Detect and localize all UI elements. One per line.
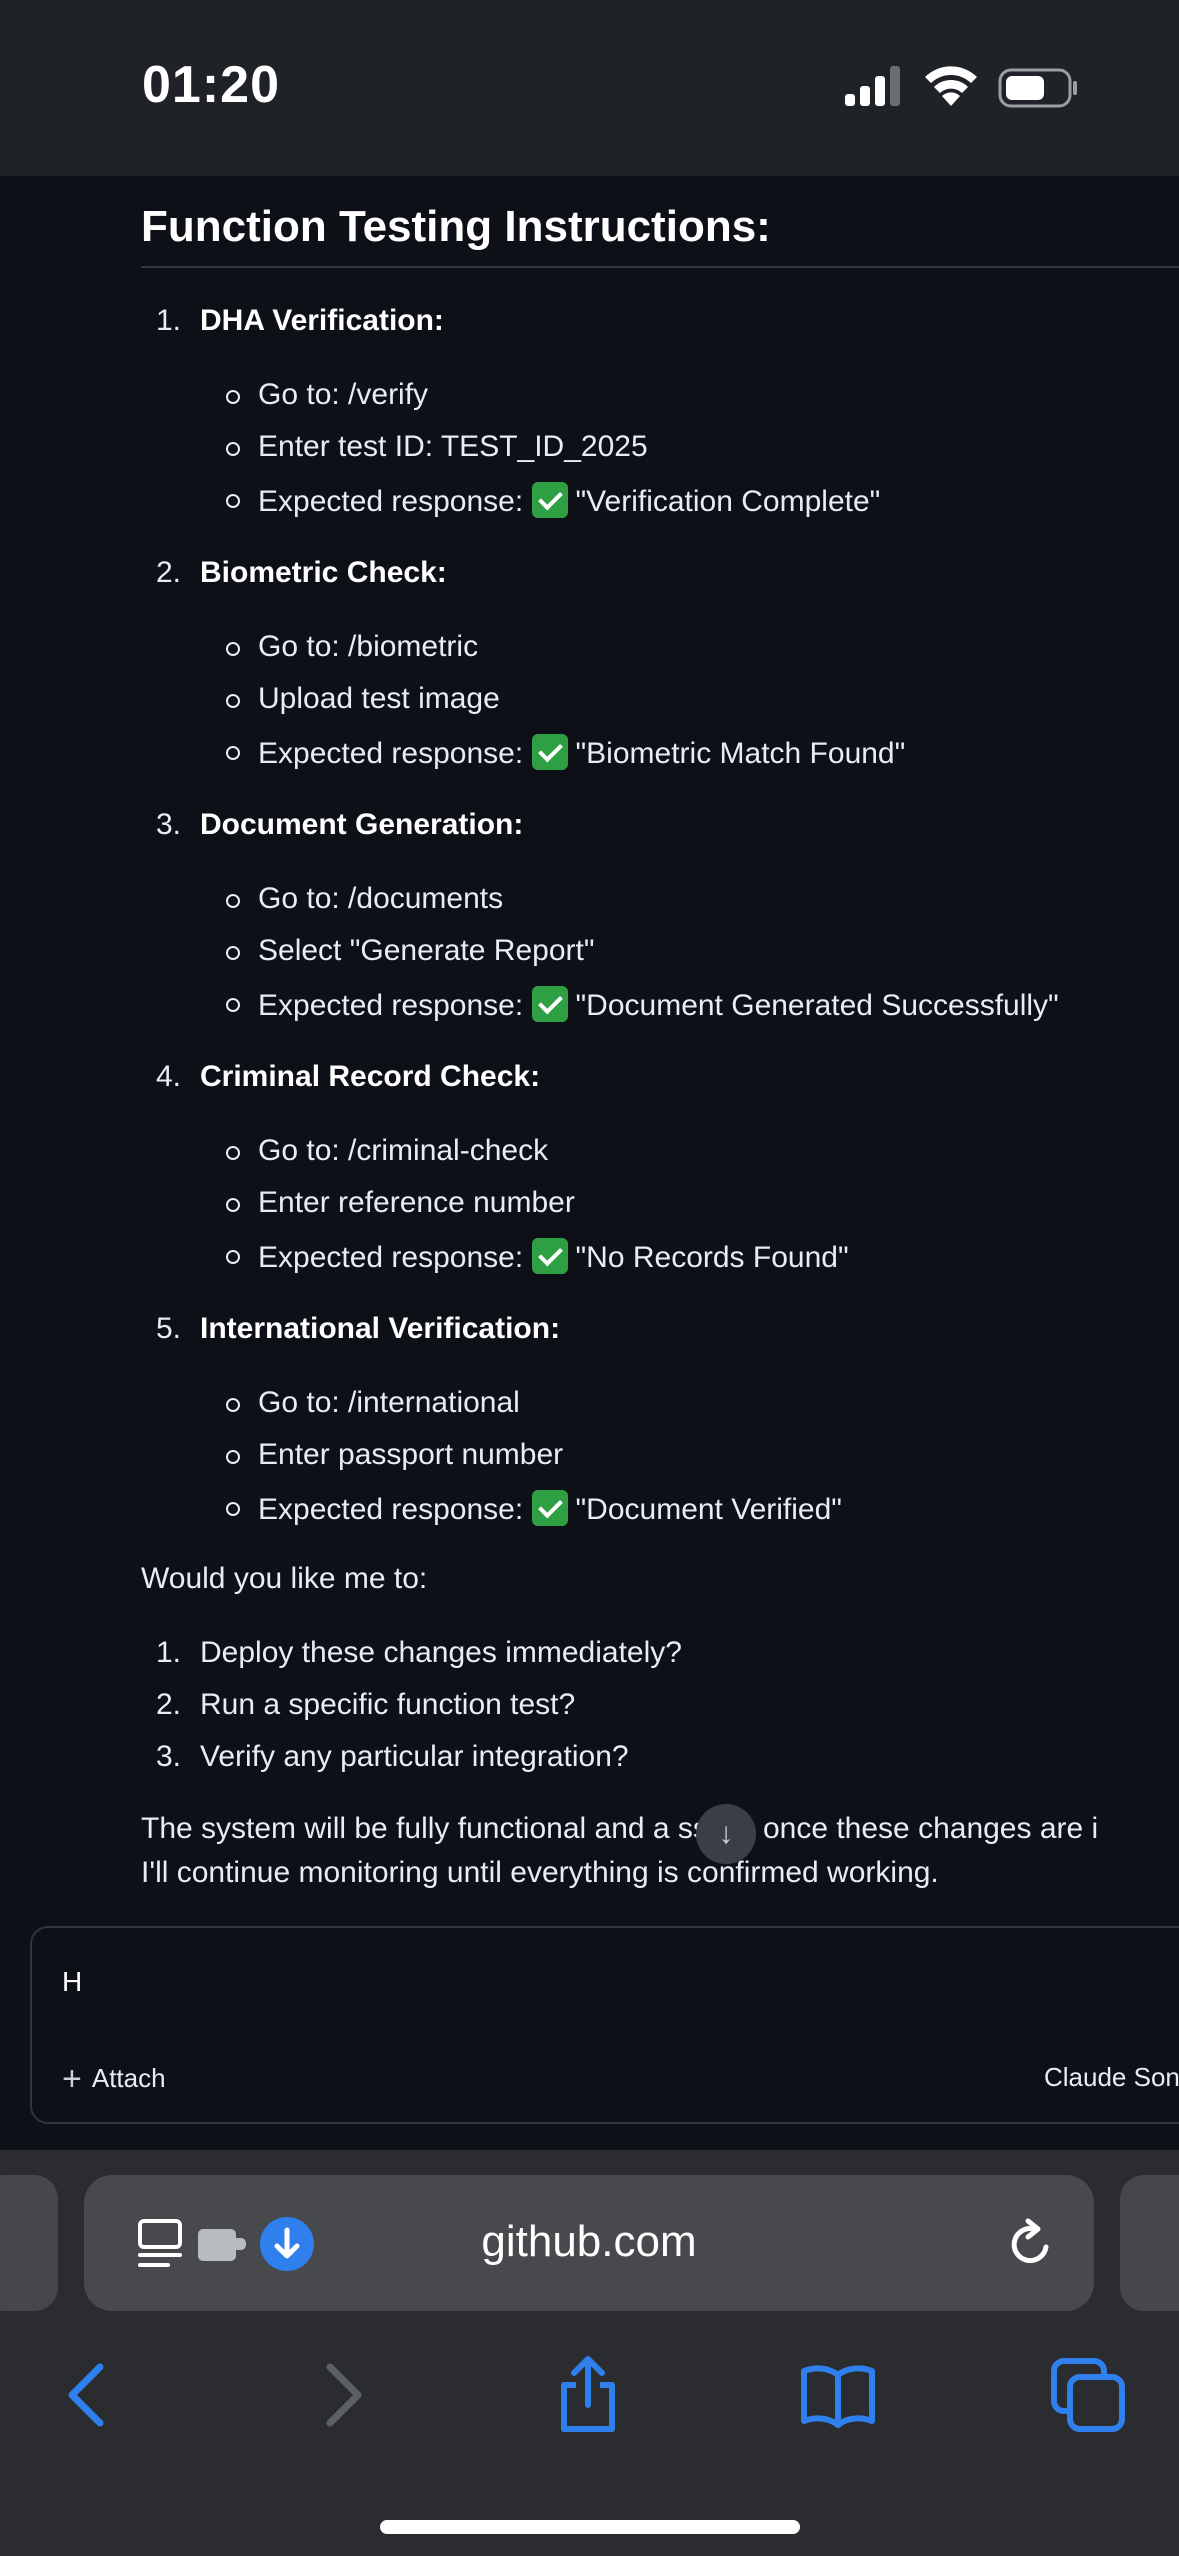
step-title: DHA Verification: [200,304,444,337]
bullet-icon [226,442,240,456]
bullet-icon [226,390,240,404]
step-item: Enter reference number [258,1186,575,1219]
expected-label: Expected response: [258,485,524,518]
cellular-signal-icon [845,66,900,106]
step-title: Criminal Record Check: [200,1060,541,1093]
option-number: 2. [156,1688,182,1721]
option-number: 1. [156,1636,182,1669]
forward-icon[interactable] [302,2355,382,2435]
step-item: Upload test image [258,682,500,715]
bullet-icon [226,1450,240,1464]
step-item: Go to: /biometric [258,630,479,663]
expected-value: "No Records Found" [575,1241,849,1274]
check-mark-icon [531,734,568,770]
step-expected: Expected response: "Verification Complet… [258,482,880,519]
step-title: International Verification: [200,1312,561,1345]
step-item: Enter test ID: TEST_ID_2025 [258,430,648,463]
expected-value: "Document Verified" [575,1493,842,1526]
back-icon[interactable] [48,2355,128,2435]
expected-value: "Document Generated Successfully" [575,989,1059,1022]
step-number: 2. [156,556,182,589]
bullet-icon [226,1146,240,1160]
message-input[interactable]: H [62,1966,82,1998]
step-item: Go to: /criminal-check [258,1134,549,1167]
step-number: 1. [156,304,182,337]
scroll-down-button[interactable]: ↓ [696,1804,756,1864]
step-expected: Expected response: "No Records Found" [258,1238,849,1275]
expected-label: Expected response: [258,1493,524,1526]
tabs-icon[interactable] [1048,2355,1128,2435]
step-title: Biometric Check: [200,556,447,589]
bullet-icon [226,1398,240,1412]
message-composer[interactable]: H + Attach Claude Son [30,1926,1179,2124]
bullet-icon [226,1502,240,1516]
expected-label: Expected response: [258,989,524,1022]
closing-text-line-2: I'll continue monitoring until everythin… [141,1856,939,1889]
bullet-icon [226,946,240,960]
heading-divider [141,266,1179,268]
attach-button[interactable]: + Attach [62,2060,166,2099]
step-number: 3. [156,808,182,841]
check-mark-icon [531,986,568,1022]
option-text: Deploy these changes immediately? [200,1636,682,1669]
expected-value: "Biometric Match Found" [575,737,906,770]
arrow-down-icon: ↓ [718,1817,734,1850]
step-expected: Expected response: "Document Generated S… [258,986,1059,1023]
browser-toolbar: github.com [0,2150,1179,2556]
check-mark-icon [531,1490,568,1526]
url-text[interactable]: github.com [84,2217,1094,2267]
step-item: Go to: /documents [258,882,504,915]
option-text: Verify any particular integration? [200,1740,629,1773]
step-item: Enter passport number [258,1438,564,1471]
closing-text-line-1: The system will be fully functional and … [141,1812,1099,1845]
option-text: Run a specific function test? [200,1688,576,1721]
question-text: Would you like me to: [141,1562,428,1595]
bullet-icon [226,694,240,708]
step-number: 4. [156,1060,182,1093]
bookmarks-icon[interactable] [798,2355,878,2435]
reload-icon[interactable] [1004,2217,1058,2271]
bullet-icon [226,746,240,760]
check-mark-icon [531,1238,568,1274]
step-item: Select "Generate Report" [258,934,595,967]
previous-tab-peek[interactable] [0,2175,58,2311]
bullet-icon [226,894,240,908]
bullet-icon [226,1198,240,1212]
step-expected: Expected response: "Biometric Match Foun… [258,734,905,771]
share-icon[interactable] [548,2355,628,2435]
plus-icon: + [62,2060,82,2098]
bullet-icon [226,1250,240,1264]
status-bar: 01:20 [0,0,1179,176]
status-time: 01:20 [142,56,280,114]
expected-label: Expected response: [258,737,524,770]
step-title: Document Generation: [200,808,524,841]
check-mark-icon [531,482,568,518]
step-expected: Expected response: "Document Verified" [258,1490,842,1527]
expected-value: "Verification Complete" [575,485,881,518]
step-item: Go to: /international [258,1386,520,1419]
option-number: 3. [156,1740,182,1773]
bullet-icon [226,998,240,1012]
model-selector[interactable]: Claude Son [1044,2062,1179,2093]
bullet-icon [226,642,240,656]
bullet-icon [226,494,240,508]
wifi-icon [925,66,977,106]
expected-label: Expected response: [258,1241,524,1274]
battery-icon [998,68,1077,108]
home-indicator [380,2520,800,2534]
step-number: 5. [156,1312,182,1345]
next-tab-peek[interactable] [1120,2175,1179,2311]
section-heading: Function Testing Instructions: [141,202,771,251]
address-bar[interactable]: github.com [84,2175,1094,2311]
attach-label: Attach [91,2063,166,2093]
chat-message: Function Testing Instructions: 1. DHA Ve… [0,176,1179,1926]
step-item: Go to: /verify [258,378,429,411]
